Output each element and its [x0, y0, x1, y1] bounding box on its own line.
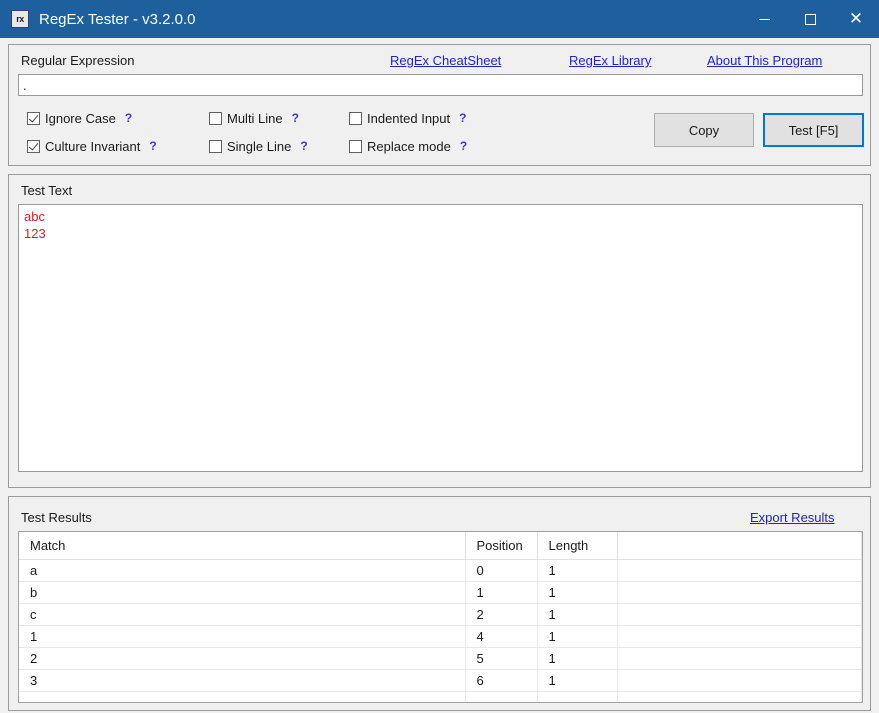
- results-table-container[interactable]: Match Position Length a01b11c21141251361: [18, 531, 863, 703]
- multi-line-help-icon[interactable]: ?: [292, 111, 299, 125]
- cell-extra: [617, 581, 862, 604]
- table-row[interactable]: b11: [19, 581, 862, 604]
- regex-cheatsheet-link[interactable]: RegEx CheatSheet: [390, 53, 501, 68]
- cell-position: [465, 691, 538, 702]
- cell-match: b: [19, 581, 466, 604]
- column-header-extra[interactable]: [617, 532, 862, 560]
- cell-position: 6: [465, 669, 538, 692]
- indented-input-label: Indented Input: [367, 110, 451, 126]
- culture-invariant-help-icon[interactable]: ?: [149, 139, 156, 153]
- cell-position: 2: [465, 603, 538, 626]
- maximize-button[interactable]: [787, 0, 833, 38]
- multi-line-label: Multi Line: [227, 110, 283, 126]
- minimize-icon: [758, 18, 770, 20]
- copy-button[interactable]: Copy: [654, 113, 754, 147]
- window-title: RegEx Tester - v3.2.0.0: [39, 10, 196, 28]
- results-table-header: Match Position Length: [19, 532, 862, 560]
- replace-mode-checkbox[interactable]: [349, 139, 362, 153]
- option-single-line[interactable]: Single Line ?: [209, 137, 308, 155]
- test-results-panel: Test Results Export Results Match Positi…: [8, 496, 871, 711]
- test-text-label: Test Text: [21, 183, 73, 198]
- table-row[interactable]: c21: [19, 603, 862, 626]
- cell-length: 1: [537, 669, 618, 692]
- option-culture-invariant[interactable]: Culture Invariant ?: [27, 137, 157, 155]
- cell-match: 3: [19, 669, 466, 692]
- cell-match: [19, 691, 466, 702]
- ignore-case-help-icon[interactable]: ?: [125, 111, 132, 125]
- test-text-panel: Test Text: [8, 174, 871, 488]
- results-table-body: a01b11c21141251361: [19, 559, 862, 702]
- option-multi-line[interactable]: Multi Line ?: [209, 109, 299, 127]
- cell-length: 1: [537, 647, 618, 670]
- test-results-label: Test Results: [21, 510, 92, 525]
- regex-input[interactable]: [18, 74, 863, 96]
- about-this-program-link[interactable]: About This Program: [707, 53, 822, 68]
- window-titlebar: rx RegEx Tester - v3.2.0.0 ✕: [0, 0, 879, 38]
- cell-match: c: [19, 603, 466, 626]
- maximize-icon: [804, 13, 816, 25]
- cell-length: [537, 691, 618, 702]
- cell-position: 0: [465, 559, 538, 582]
- cell-extra: [617, 603, 862, 626]
- indented-input-checkbox[interactable]: [349, 111, 362, 125]
- test-button[interactable]: Test [F5]: [763, 113, 864, 147]
- cell-extra: [617, 559, 862, 582]
- regular-expression-panel: Regular Expression RegEx CheatSheet RegE…: [8, 44, 871, 166]
- table-row[interactable]: 141: [19, 625, 862, 648]
- replace-mode-help-icon[interactable]: ?: [460, 139, 467, 153]
- test-text-input[interactable]: [18, 204, 863, 472]
- option-replace-mode[interactable]: Replace mode ?: [349, 137, 467, 155]
- single-line-label: Single Line: [227, 138, 292, 154]
- table-row[interactable]: 251: [19, 647, 862, 670]
- results-table: Match Position Length a01b11c21141251361: [19, 532, 862, 702]
- table-row[interactable]: [19, 691, 862, 702]
- cell-match: a: [19, 559, 466, 582]
- regex-app-icon: rx: [11, 10, 29, 28]
- regex-library-link[interactable]: RegEx Library: [569, 53, 651, 68]
- culture-invariant-checkbox[interactable]: [27, 139, 40, 153]
- cell-position: 1: [465, 581, 538, 604]
- cell-position: 4: [465, 625, 538, 648]
- column-header-position[interactable]: Position: [465, 532, 538, 560]
- multi-line-checkbox[interactable]: [209, 111, 222, 125]
- table-row[interactable]: a01: [19, 559, 862, 582]
- indented-input-help-icon[interactable]: ?: [459, 111, 466, 125]
- app-icon-label: rx: [16, 14, 24, 24]
- regular-expression-label: Regular Expression: [21, 53, 135, 68]
- cell-extra: [617, 647, 862, 670]
- single-line-help-icon[interactable]: ?: [300, 139, 307, 153]
- culture-invariant-label: Culture Invariant: [45, 138, 141, 154]
- option-ignore-case[interactable]: Ignore Case ?: [27, 109, 132, 127]
- column-header-length[interactable]: Length: [537, 532, 618, 560]
- export-results-link[interactable]: Export Results: [750, 510, 835, 525]
- cell-length: 1: [537, 559, 618, 582]
- single-line-checkbox[interactable]: [209, 139, 222, 153]
- column-header-match[interactable]: Match: [19, 532, 466, 560]
- cell-match: 2: [19, 647, 466, 670]
- window-controls: ✕: [741, 0, 879, 38]
- cell-extra: [617, 669, 862, 692]
- close-button[interactable]: ✕: [833, 0, 879, 38]
- replace-mode-label: Replace mode: [367, 138, 451, 154]
- cell-length: 1: [537, 603, 618, 626]
- option-indented-input[interactable]: Indented Input ?: [349, 109, 466, 127]
- cell-match: 1: [19, 625, 466, 648]
- cell-position: 5: [465, 647, 538, 670]
- cell-length: 1: [537, 581, 618, 604]
- table-row[interactable]: 361: [19, 669, 862, 692]
- cell-extra: [617, 691, 862, 702]
- cell-length: 1: [537, 625, 618, 648]
- minimize-button[interactable]: [741, 0, 787, 38]
- close-icon: ✕: [848, 8, 864, 29]
- ignore-case-label: Ignore Case: [45, 110, 116, 126]
- cell-extra: [617, 625, 862, 648]
- ignore-case-checkbox[interactable]: [27, 111, 40, 125]
- table-header-row: Match Position Length: [19, 532, 862, 560]
